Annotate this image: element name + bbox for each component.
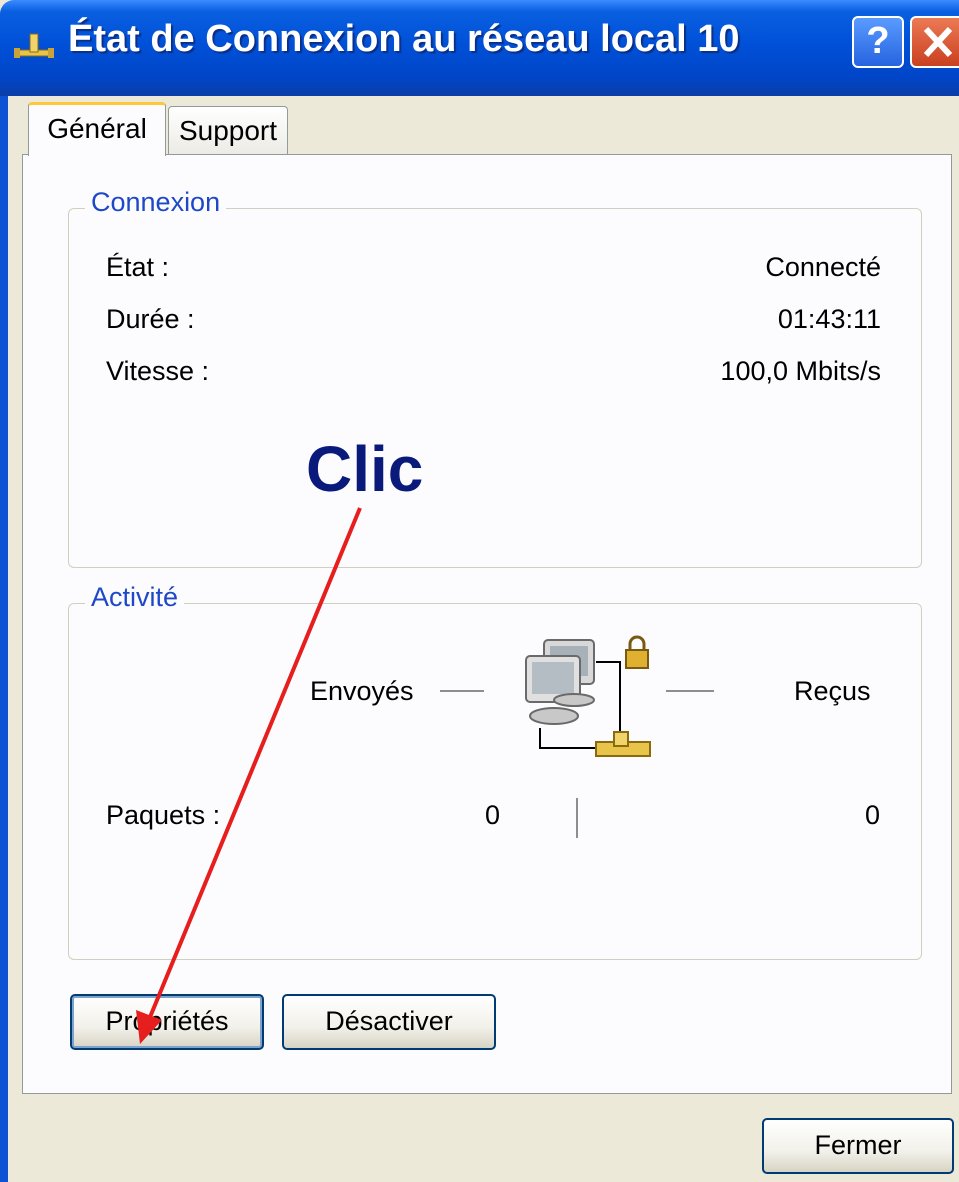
connexion-legend: Connexion [85, 187, 227, 218]
activite-legend: Activité [85, 582, 185, 613]
close-button[interactable]: Fermer [762, 1118, 954, 1174]
sent-dash [440, 690, 484, 692]
activite-groupbox: Activité [68, 582, 922, 960]
help-button[interactable]: ? [852, 16, 904, 68]
duration-label: Durée : [106, 304, 195, 334]
network-computers-lock-icon [525, 635, 651, 757]
window-title: État de Connexion au réseau local 10 [68, 18, 740, 60]
network-connection-icon [14, 33, 54, 58]
tab-support[interactable]: Support [168, 106, 288, 154]
disable-button[interactable]: Désactiver [282, 994, 496, 1050]
properties-button[interactable]: Propriétés [70, 994, 264, 1050]
close-icon [923, 26, 953, 58]
received-label: Reçus [794, 676, 871, 706]
sent-label: Envoyés [310, 676, 414, 706]
status-value: Connecté [765, 252, 881, 282]
received-dash [666, 690, 714, 692]
speed-label: Vitesse : [106, 356, 210, 386]
packets-received-value: 0 [864, 800, 880, 830]
status-label: État : [106, 252, 170, 282]
packets-sent-value: 0 [484, 800, 500, 830]
tab-general[interactable]: Général [28, 102, 166, 156]
duration-value: 01:43:11 [777, 304, 881, 334]
window-border-left [0, 96, 8, 1182]
packets-label: Paquets : [106, 800, 221, 830]
packets-separator [576, 798, 578, 838]
title-bar[interactable]: État de Connexion au réseau local 10 ? [0, 0, 959, 96]
speed-value: 100,0 Mbits/s [720, 356, 881, 386]
annotation-clic-label: Clic [306, 433, 424, 505]
close-window-button[interactable] [910, 16, 959, 68]
